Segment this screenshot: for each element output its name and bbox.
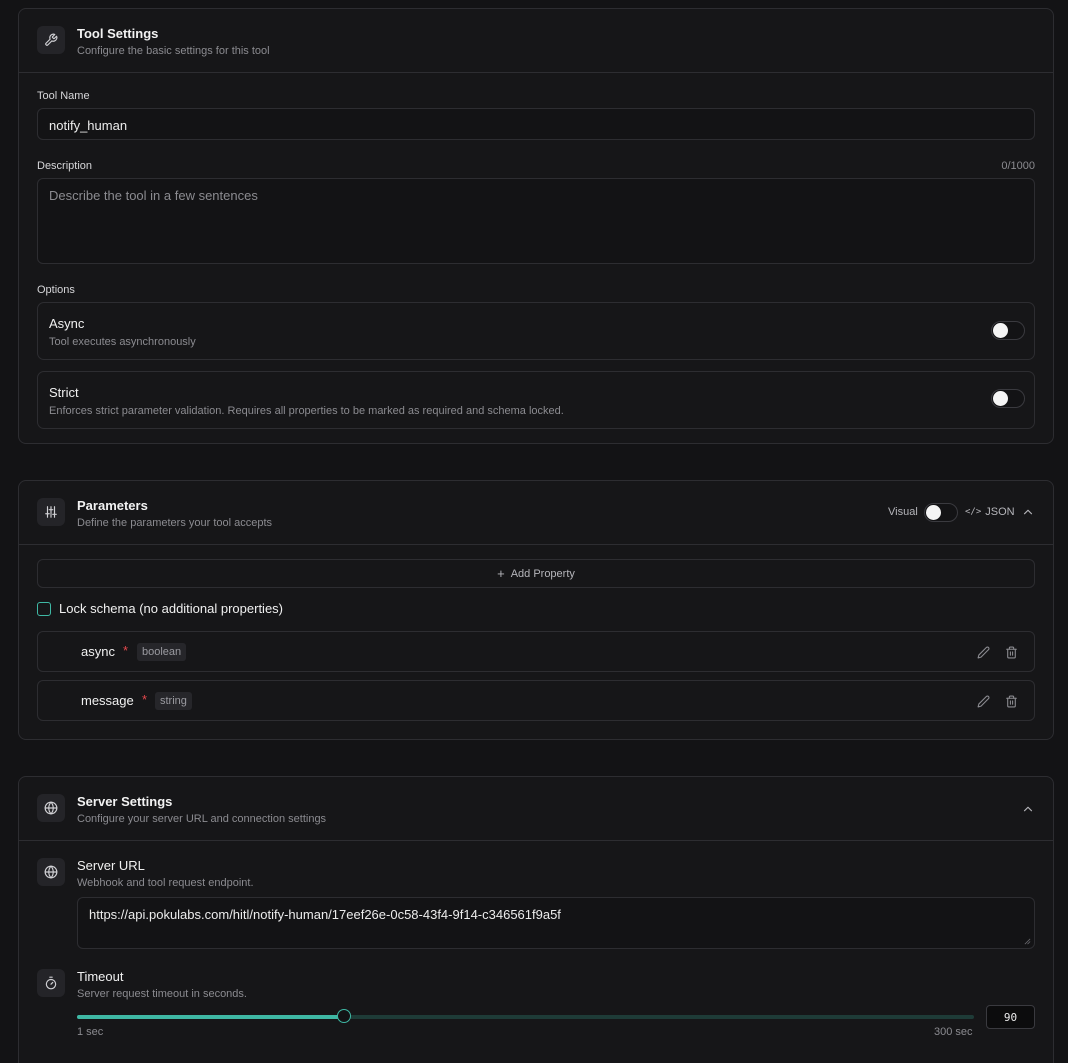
trash-icon[interactable] [1003,644,1019,660]
parameters-header: Parameters Define the parameters your to… [19,481,1053,545]
property-row[interactable]: message * string [37,680,1035,721]
add-property-button[interactable]: + Add Property [37,559,1035,588]
resize-handle-icon[interactable] [1024,938,1031,945]
slider-min-label: 1 sec [77,1026,104,1038]
card-subtitle: Define the parameters your tool accepts [77,517,273,529]
card-title: Server Settings [77,794,173,809]
card-subtitle: Configure your server URL and connection… [77,813,327,825]
timeout-title: Timeout [77,969,124,984]
visual-json-toggle[interactable] [924,503,958,522]
lock-schema-label: Lock schema (no additional properties) [59,601,284,616]
slider-fill [77,1015,344,1019]
property-name: message [81,693,134,708]
async-toggle[interactable] [991,321,1025,340]
option-async: Async Tool executes asynchronously [37,302,1035,360]
server-url-subtitle: Webhook and tool request endpoint. [77,877,254,889]
option-title: Strict [49,385,79,400]
options-label: Options [37,284,75,296]
parameters-card: Parameters Define the parameters your to… [18,480,1054,740]
timeout-number-input[interactable]: 90 [986,1005,1035,1029]
toggle-knob [926,505,941,520]
code-icon: </> [965,507,982,517]
tool-settings-card: Tool Settings Configure the basic settin… [18,8,1054,444]
property-row[interactable]: async * boolean [37,631,1035,672]
server-url-value: https://api.pokulabs.com/hitl/notify-hum… [89,907,561,922]
timeout-slider[interactable] [77,1009,974,1023]
server-settings-card: Server Settings Configure your server UR… [18,776,1054,1063]
toggle-knob [993,391,1008,406]
trash-icon[interactable] [1003,693,1019,709]
type-badge: string [155,692,192,710]
tool-name-label: Tool Name [37,90,90,102]
card-title: Tool Settings [77,26,159,41]
add-property-label: Add Property [510,567,575,580]
option-title: Async [49,316,85,331]
timeout-subtitle: Server request timeout in seconds. [77,988,247,1000]
slider-thumb[interactable] [337,1009,351,1023]
property-name: async [81,644,115,659]
card-subtitle: Configure the basic settings for this to… [77,45,270,57]
wrench-icon [37,26,65,54]
description-counter: 0/1000 [1001,160,1035,172]
required-marker: * [123,643,129,658]
server-settings-header: Server Settings Configure your server UR… [19,777,1053,841]
type-badge: boolean [137,643,187,661]
edit-icon[interactable] [975,693,991,709]
mode-json-label: JSON [985,506,1015,518]
chevron-up-icon[interactable] [1021,802,1035,816]
globe-icon [37,794,65,822]
chevron-up-icon[interactable] [1021,505,1035,519]
option-description: Tool executes asynchronously [49,336,196,348]
description-placeholder: Describe the tool in a few sentences [49,188,258,203]
tool-name-input[interactable]: notify_human [37,108,1035,140]
mode-visual-label: Visual [888,506,918,518]
edit-icon[interactable] [975,644,991,660]
strict-toggle[interactable] [991,389,1025,408]
option-description: Enforces strict parameter validation. Re… [49,405,564,417]
tool-name-value: notify_human [49,118,128,133]
card-title: Parameters [77,498,148,513]
required-marker: * [142,692,148,707]
description-label: Description [37,160,93,172]
option-strict: Strict Enforces strict parameter validat… [37,371,1035,429]
globe-icon [37,858,65,886]
lock-schema-checkbox[interactable] [37,602,51,616]
server-url-input[interactable]: https://api.pokulabs.com/hitl/notify-hum… [77,897,1035,949]
slider-max-label: 300 sec [934,1026,973,1038]
description-textarea[interactable]: Describe the tool in a few sentences [37,178,1035,264]
timer-icon [37,969,65,997]
tool-settings-header: Tool Settings Configure the basic settin… [19,9,1053,73]
sliders-icon [37,498,65,526]
toggle-knob [993,323,1008,338]
json-mode: </> JSON [965,506,1015,518]
server-url-title: Server URL [77,858,145,873]
plus-icon: + [497,566,505,581]
